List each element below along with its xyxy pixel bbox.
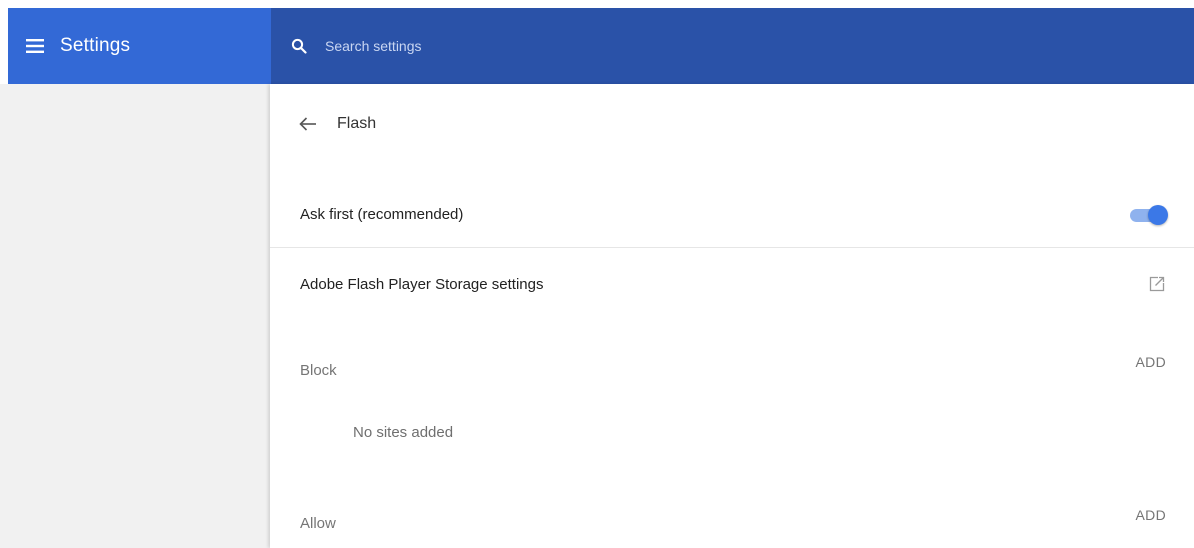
flash-storage-settings-row[interactable]: Adobe Flash Player Storage settings	[270, 249, 1194, 319]
block-add-button[interactable]: ADD	[1136, 354, 1166, 370]
search-input[interactable]	[323, 30, 1147, 62]
page-title: Flash	[337, 115, 377, 132]
toggle-thumb	[1148, 204, 1168, 225]
block-section-header: Block ADD	[270, 350, 1194, 390]
block-empty-text: No sites added	[353, 424, 454, 441]
app-title: Settings	[60, 35, 131, 56]
top-app-bar: Settings	[8, 8, 1194, 84]
allow-add-button[interactable]: ADD	[1136, 507, 1166, 523]
header-brand: Settings	[8, 8, 271, 84]
allow-section-label: Allow	[300, 514, 336, 532]
hamburger-menu-icon[interactable]	[26, 38, 44, 54]
search-icon	[291, 38, 307, 54]
external-link-icon[interactable]	[1148, 275, 1166, 293]
settings-app: Settings Flash Ask first (rec	[0, 0, 1194, 548]
allow-section-header: Allow ADD	[270, 503, 1194, 543]
sidebar	[0, 84, 270, 548]
ask-first-label: Ask first (recommended)	[300, 206, 464, 223]
block-section-label: Block	[300, 361, 337, 379]
search-bar[interactable]	[271, 8, 1194, 84]
flash-storage-settings-label: Adobe Flash Player Storage settings	[300, 275, 544, 293]
ask-first-row[interactable]: Ask first (recommended)	[270, 182, 1194, 248]
ask-first-toggle[interactable]	[1128, 204, 1168, 226]
arrow-left-icon[interactable]	[297, 113, 319, 135]
page-header: Flash	[270, 84, 1194, 164]
flash-settings-card: Flash Ask first (recommended) Adobe Flas…	[270, 84, 1194, 548]
